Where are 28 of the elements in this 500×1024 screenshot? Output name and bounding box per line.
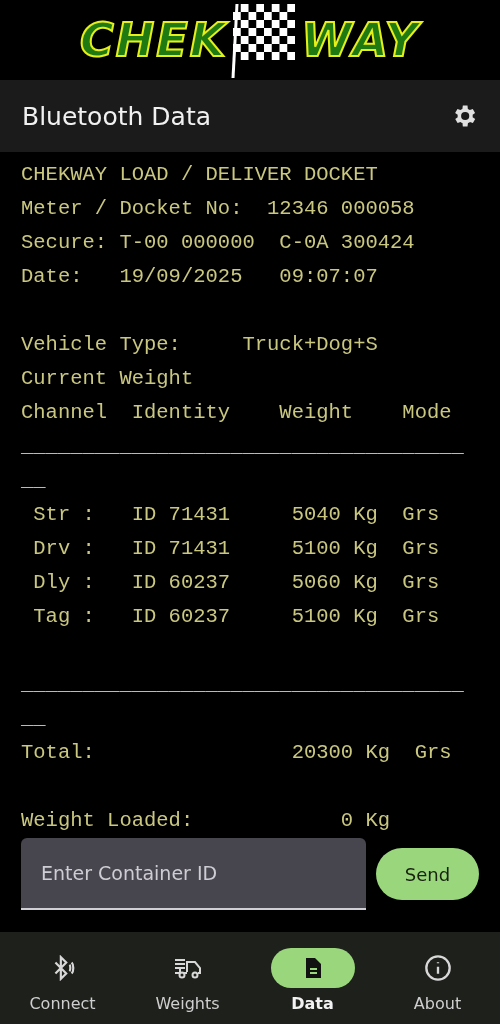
docket-line: Channel Identity Weight Mode — [21, 401, 452, 425]
nav-tab-label[interactable]: About — [413, 994, 462, 1014]
screen-title: Bluetooth Data — [22, 101, 211, 131]
docket-line: Dly : ID 60237 5060 Kg Grs — [32, 571, 440, 595]
docket-line: Secure: T-00 000000 C-0A 300424 — [21, 231, 415, 255]
docket-line: __ — [21, 469, 46, 493]
logo-text: CHEK — [79, 13, 228, 67]
docket-line: CHEKWAY LOAD / DELIVER DOCKET — [21, 163, 378, 187]
docket-line: ____________________________________ — [21, 673, 464, 697]
docket-line: Vehicle Type: Truck+Dog+S — [21, 333, 378, 357]
docket-line: Tag : ID 60237 5100 Kg Grs — [32, 605, 440, 629]
docket-line: __ — [21, 707, 46, 731]
info-icon — [423, 954, 452, 983]
nav-tab-icon-pill[interactable] — [270, 948, 355, 989]
nav-tab-label[interactable]: Connect — [29, 994, 96, 1014]
docket-line: Drv : ID 71431 5100 Kg Grs — [32, 537, 440, 561]
nav-tab-label[interactable]: Weights — [155, 994, 220, 1014]
docket-line: ____________________________________ — [21, 435, 464, 459]
docket-line: Weight Loaded: 0 Kg — [21, 809, 391, 833]
container-id-field[interactable]: Enter Container ID — [21, 838, 366, 911]
nav-tab-label[interactable]: Data — [291, 994, 334, 1014]
logo-text: WAY — [301, 13, 421, 67]
docket-line: Total: 20300 Kg Grs — [21, 741, 452, 765]
docket-line: Date: 19/09/2025 09:07:07 — [21, 265, 378, 289]
send-button[interactable]: Send — [376, 848, 479, 901]
docket-line: Current Weight — [21, 367, 194, 391]
docket-line: Meter / Docket No: 12346 000058 — [21, 197, 415, 221]
docket-line: Str : ID 71431 5040 Kg Grs — [32, 503, 440, 527]
